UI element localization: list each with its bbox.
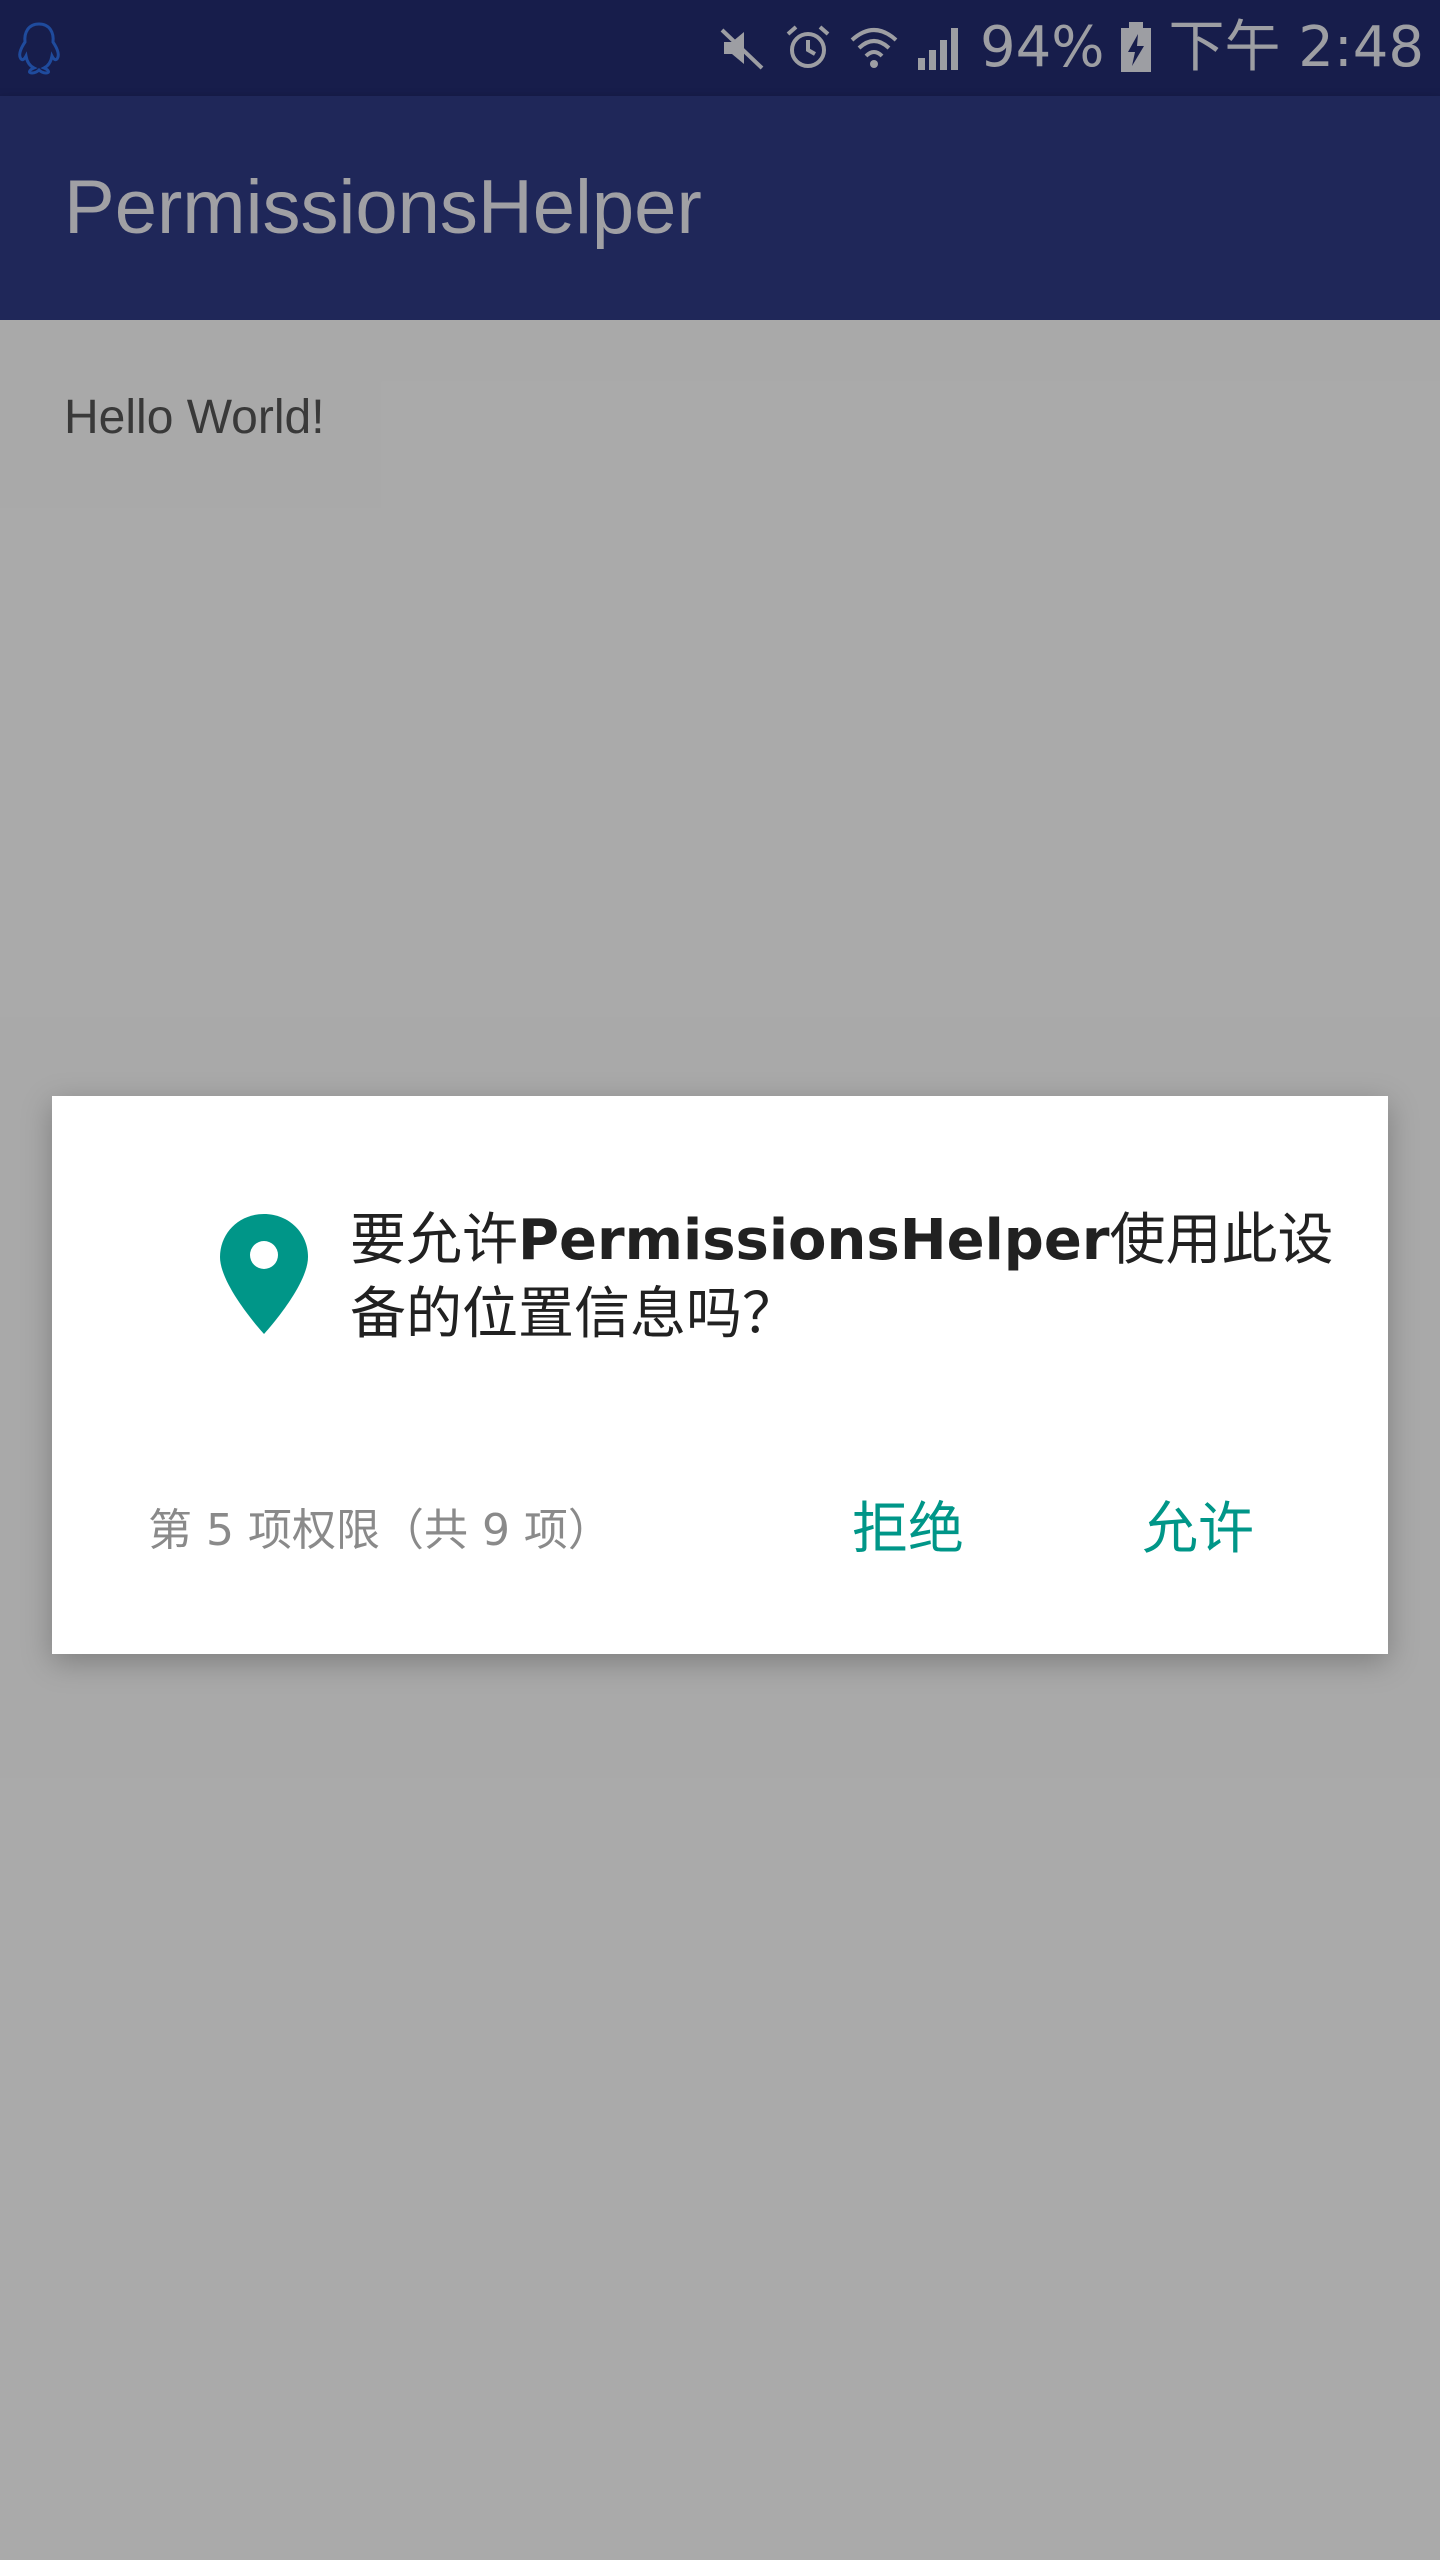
deny-button[interactable]: 拒绝 — [852, 1482, 964, 1578]
permission-dialog: 要允许PermissionsHelper使用此设备的位置信息吗？ 第 5 项权限… — [52, 1096, 1388, 1654]
message-app-name: PermissionsHelper — [518, 1208, 1110, 1273]
allow-button[interactable]: 允许 — [1142, 1482, 1254, 1578]
dialog-message: 要允许PermissionsHelper使用此设备的位置信息吗？ — [350, 1204, 1350, 1352]
location-pin-icon — [220, 1214, 308, 1334]
message-prefix: 要允许 — [350, 1208, 518, 1273]
permission-counter: 第 5 项权限（共 9 项） — [148, 1505, 612, 1556]
